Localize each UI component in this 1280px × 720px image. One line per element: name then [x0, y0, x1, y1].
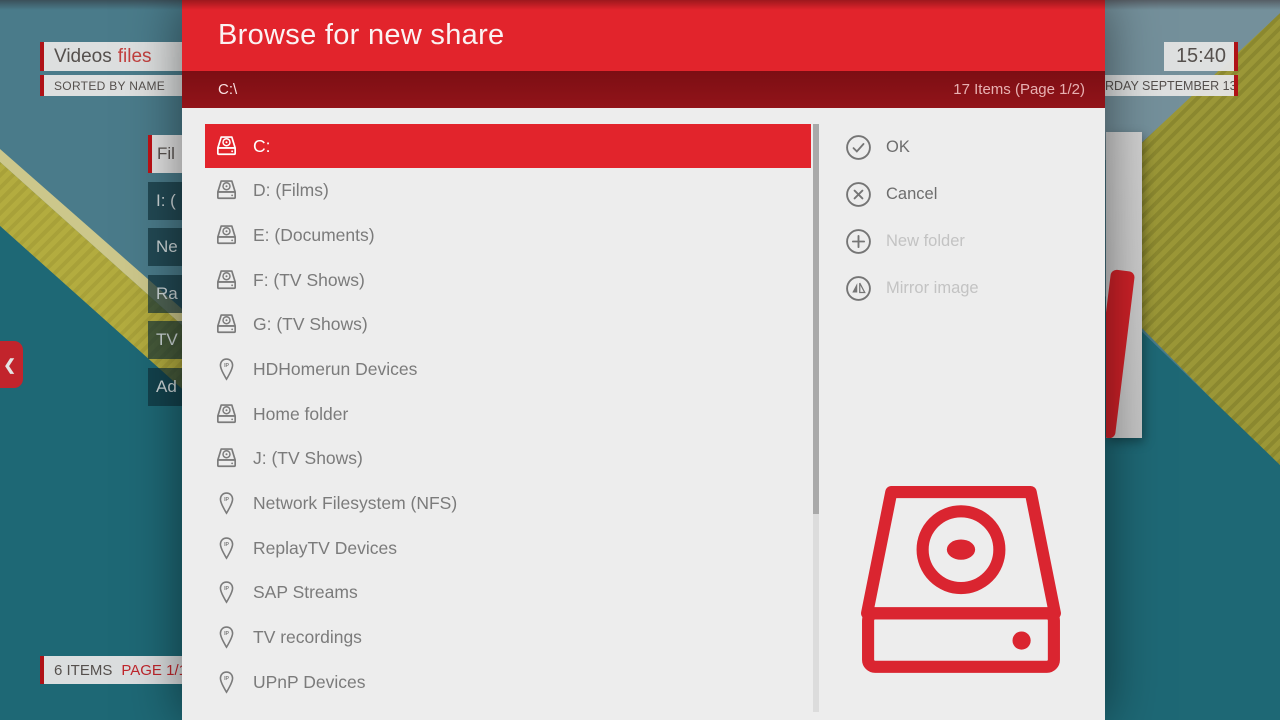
list-item[interactable]: D: (Films) [205, 169, 811, 213]
items-page-bar: 6 ITEMS PAGE 1/1 [40, 656, 182, 684]
bg-menu-item[interactable]: Ra [148, 275, 182, 313]
background-menu: Fil I: ( Ne Ra TV Ad [148, 135, 182, 414]
ip-pin-icon: IP [213, 535, 240, 562]
list-item[interactable]: G: (TV Shows) [205, 303, 811, 347]
ip-pin-icon: IP [213, 624, 240, 651]
items-info: 17 Items (Page 1/2) [953, 81, 1085, 98]
dialog-subheader: C:\ 17 Items (Page 1/2) [182, 71, 1105, 108]
list-item[interactable]: IP Network Filesystem (NFS) [205, 482, 811, 526]
ok-button[interactable]: OK [845, 133, 979, 161]
drive-icon [213, 445, 240, 472]
share-list: C: D: (Films) E: (Documents) F: (TV Show… [205, 124, 811, 705]
sort-bar[interactable]: SORTED BY NAME [40, 75, 182, 96]
library-title: Videos [54, 46, 112, 68]
dialog-title: Browse for new share [218, 19, 504, 52]
hard-disk-illustration [860, 485, 1062, 685]
clock: 15:40 [1164, 42, 1238, 71]
back-button[interactable]: ❮ [0, 341, 23, 388]
library-title-accent: files [118, 46, 152, 68]
drive-icon [213, 133, 240, 160]
check-icon [845, 134, 872, 161]
ip-pin-icon: IP [213, 356, 240, 383]
library-title-bar: Videos files [40, 42, 182, 71]
list-item[interactable]: C: [205, 124, 811, 168]
browse-share-dialog: Browse for new share C:\ 17 Items (Page … [182, 0, 1105, 720]
svg-text:IP: IP [224, 631, 229, 637]
list-item[interactable]: F: (TV Shows) [205, 258, 811, 302]
svg-text:IP: IP [224, 497, 229, 503]
scrollbar-thumb[interactable] [813, 124, 819, 514]
page-indicator: PAGE 1/1 [121, 662, 182, 679]
list-item[interactable]: IP HDHomerun Devices [205, 347, 811, 391]
date-label: RDAY SEPTEMBER 13 [1103, 75, 1238, 96]
bg-menu-item[interactable]: I: ( [148, 182, 182, 220]
drive-icon [213, 401, 240, 428]
ip-pin-icon: IP [213, 490, 240, 517]
bg-menu-item[interactable]: Ne [148, 228, 182, 266]
list-item[interactable]: J: (TV Shows) [205, 437, 811, 481]
cancel-button[interactable]: Cancel [845, 180, 979, 208]
drive-icon [213, 267, 240, 294]
list-item[interactable]: IP ReplayTV Devices [205, 526, 811, 570]
mirror-image-button: Mirror image [845, 274, 979, 302]
svg-text:IP: IP [224, 542, 229, 548]
list-item[interactable]: E: (Documents) [205, 213, 811, 257]
list-item[interactable]: IP UPnP Devices [205, 660, 811, 704]
ip-pin-icon: IP [213, 669, 240, 696]
svg-text:IP: IP [224, 676, 229, 682]
bg-menu-item[interactable]: Fil [148, 135, 182, 173]
ip-pin-icon: IP [213, 579, 240, 606]
list-item[interactable]: IP TV recordings [205, 616, 811, 660]
svg-text:IP: IP [224, 587, 229, 593]
plus-icon [845, 228, 872, 255]
new-folder-button: New folder [845, 227, 979, 255]
sort-label: SORTED BY NAME [54, 79, 165, 93]
screen: Videos files SORTED BY NAME 15:40 RDAY S… [0, 0, 1280, 720]
list-item[interactable]: Home folder [205, 392, 811, 436]
list-scrollbar[interactable] [813, 124, 819, 712]
cancel-icon [845, 181, 872, 208]
bg-menu-item[interactable]: TV [148, 321, 182, 359]
mirror-icon [845, 275, 872, 302]
drive-icon [213, 311, 240, 338]
dialog-button-panel: OK Cancel New folder Mirror image [845, 133, 979, 302]
bg-menu-item[interactable]: Ad [148, 368, 182, 406]
poster-thumbnail [1106, 132, 1142, 438]
dialog-body: C: D: (Films) E: (Documents) F: (TV Show… [182, 108, 1105, 720]
dialog-header: Browse for new share [182, 0, 1105, 71]
chevron-left-icon: ❮ [3, 356, 16, 374]
drive-icon [213, 177, 240, 204]
current-path: C:\ [218, 81, 237, 98]
drive-icon [213, 222, 240, 249]
poster-red-shape [1106, 269, 1135, 438]
items-count: 6 ITEMS [54, 662, 112, 679]
svg-text:IP: IP [224, 363, 229, 369]
list-item[interactable]: IP SAP Streams [205, 571, 811, 615]
